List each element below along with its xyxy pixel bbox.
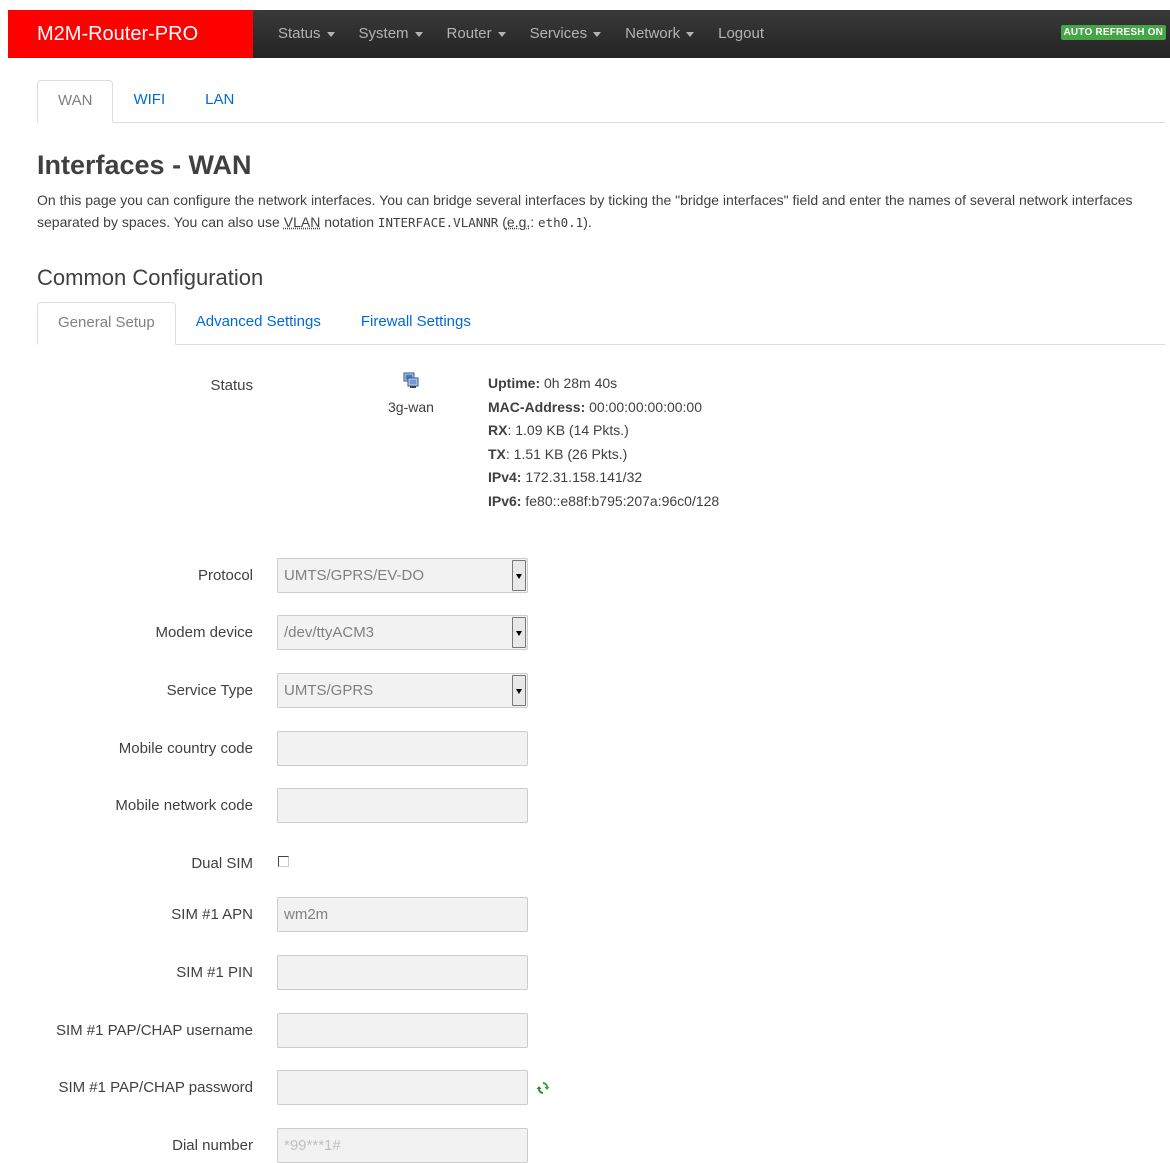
stat-ipv6-label: IPv6:: [488, 492, 522, 509]
sim1-pin-input[interactable]: [277, 955, 528, 990]
nav-services[interactable]: Services: [518, 10, 614, 58]
chevron-down-icon: [686, 31, 695, 37]
sim1-password-label: SIM #1 PAP/CHAP password: [58, 1079, 253, 1096]
stat-ipv6: IPv6: fe80::e88f:b795:207a:96c0/128: [488, 490, 719, 514]
service-type-select[interactable]: UMTS/GPRS: [277, 673, 528, 708]
nav-logout[interactable]: Logout: [706, 10, 776, 58]
nav-network-label: Network: [625, 25, 681, 42]
tab-advanced-settings[interactable]: Advanced Settings: [176, 302, 341, 342]
interface-name: 3g-wan: [388, 399, 434, 415]
tab-general-setup[interactable]: General Setup: [37, 302, 176, 345]
sim1-password-input[interactable]: [277, 1070, 528, 1105]
stat-ipv4: IPv4: 172.31.158.141/32: [488, 466, 719, 490]
stat-mac-label: MAC-Address:: [488, 398, 586, 415]
stat-ipv6-value: fe80::e88f:b795:207a:96c0/128: [525, 492, 720, 509]
stat-rx: RX: 1.09 KB (14 Pkts.): [488, 419, 719, 443]
stat-rx-label: RX: [488, 422, 508, 438]
chevron-down-icon: [326, 31, 335, 37]
desc-code-vlannr: INTERFACE.VLANNR: [377, 215, 499, 230]
dropdown-arrow-icon: [512, 617, 526, 648]
protocol-select[interactable]: UMTS/GPRS/EV-DO: [277, 558, 528, 593]
sim1-apn-label: SIM #1 APN: [171, 906, 253, 923]
stat-tx-value: : 1.51 KB (26 Pkts.): [505, 445, 628, 462]
stat-tx-label: TX: [488, 445, 506, 462]
dual-sim-label: Dual SIM: [191, 855, 253, 872]
main-nav: Status System Router Services Network Lo…: [266, 10, 776, 58]
stat-uptime-label: Uptime:: [488, 375, 541, 391]
tab-wan[interactable]: WAN: [37, 80, 114, 123]
page-title: Interfaces - WAN: [37, 150, 252, 180]
tab-firewall-settings[interactable]: Firewall Settings: [341, 302, 491, 342]
stat-rx-value: : 1.09 KB (14 Pkts.): [507, 422, 629, 438]
chevron-down-icon: [497, 31, 506, 37]
sim1-apn-input[interactable]: wm2m: [277, 897, 528, 932]
desc-text-5: ).: [583, 214, 592, 230]
stat-uptime-value: 0h 28m 40s: [544, 375, 618, 391]
stat-ipv4-value: 172.31.158.141/32: [525, 469, 643, 485]
nav-status-label: Status: [278, 25, 321, 42]
tab-lan[interactable]: LAN: [185, 80, 254, 120]
service-type-label: Service Type: [166, 682, 253, 699]
modem-device-label: Modem device: [155, 624, 253, 641]
mcc-label: Mobile country code: [118, 740, 253, 757]
nav-status[interactable]: Status: [266, 10, 347, 58]
top-navbar: M2M-Router-PRO Status System Router Serv…: [8, 10, 1170, 58]
stat-ipv4-label: IPv4:: [488, 469, 522, 485]
stat-tx: TX: 1.51 KB (26 Pkts.): [488, 443, 719, 467]
mcc-input[interactable]: [277, 731, 528, 766]
stat-uptime: Uptime: 0h 28m 40s: [488, 372, 719, 396]
desc-text-4: :: [530, 214, 539, 230]
modem-device-value: /dev/ttyACM3: [284, 624, 375, 641]
page-description: On this page you can configure the netwo…: [37, 189, 1147, 234]
service-type-value: UMTS/GPRS: [284, 682, 374, 699]
sim1-username-input[interactable]: [277, 1013, 528, 1048]
sim1-username-label: SIM #1 PAP/CHAP username: [55, 1022, 253, 1039]
desc-text-2: notation: [320, 214, 378, 230]
nav-services-label: Services: [529, 25, 588, 42]
nav-system-label: System: [358, 25, 409, 42]
auto-refresh-badge[interactable]: AUTO REFRESH ON: [1060, 25, 1166, 40]
chevron-down-icon: [414, 31, 423, 37]
modem-device-select[interactable]: /dev/ttyACM3: [277, 615, 528, 650]
protocol-value: UMTS/GPRS/EV-DO: [284, 567, 425, 584]
dial-number-input[interactable]: *99***1#: [277, 1128, 528, 1163]
dial-number-placeholder: *99***1#: [284, 1137, 341, 1154]
brand-logo[interactable]: M2M-Router-PRO: [8, 10, 253, 58]
dial-number-label: Dial number: [172, 1137, 253, 1154]
mnc-label: Mobile network code: [115, 797, 253, 814]
nav-system[interactable]: System: [347, 10, 435, 58]
desc-text-3: (: [498, 214, 507, 230]
tab-wifi[interactable]: WIFI: [113, 80, 185, 120]
dropdown-arrow-icon: [512, 675, 526, 706]
config-tabs: General Setup Advanced Settings Firewall…: [37, 302, 1165, 345]
protocol-label: Protocol: [197, 567, 253, 584]
reveal-password-icon[interactable]: [536, 1080, 550, 1096]
desc-code-eth: eth0.1: [538, 215, 584, 230]
desc-vlan-abbr: VLAN: [283, 214, 321, 230]
nav-router[interactable]: Router: [435, 10, 518, 58]
dual-sim-checkbox[interactable]: [278, 856, 289, 867]
nav-network[interactable]: Network: [613, 10, 706, 58]
network-interface-icon: [403, 372, 419, 388]
section-title: Common Configuration: [37, 265, 264, 290]
interface-tabs: WAN WIFI LAN: [37, 80, 1165, 123]
dropdown-arrow-icon: [512, 560, 526, 591]
stat-mac: MAC-Address: 00:00:00:00:00:00: [488, 396, 719, 420]
mnc-input[interactable]: [277, 788, 528, 823]
nav-router-label: Router: [446, 25, 492, 42]
stat-mac-value: 00:00:00:00:00:00: [589, 398, 703, 415]
sim1-pin-label: SIM #1 PIN: [176, 964, 253, 981]
interface-stats: Uptime: 0h 28m 40s MAC-Address: 00:00:00…: [488, 372, 719, 513]
chevron-down-icon: [593, 31, 602, 37]
status-label: Status: [210, 377, 253, 394]
desc-eg-abbr: e.g.: [506, 214, 531, 230]
